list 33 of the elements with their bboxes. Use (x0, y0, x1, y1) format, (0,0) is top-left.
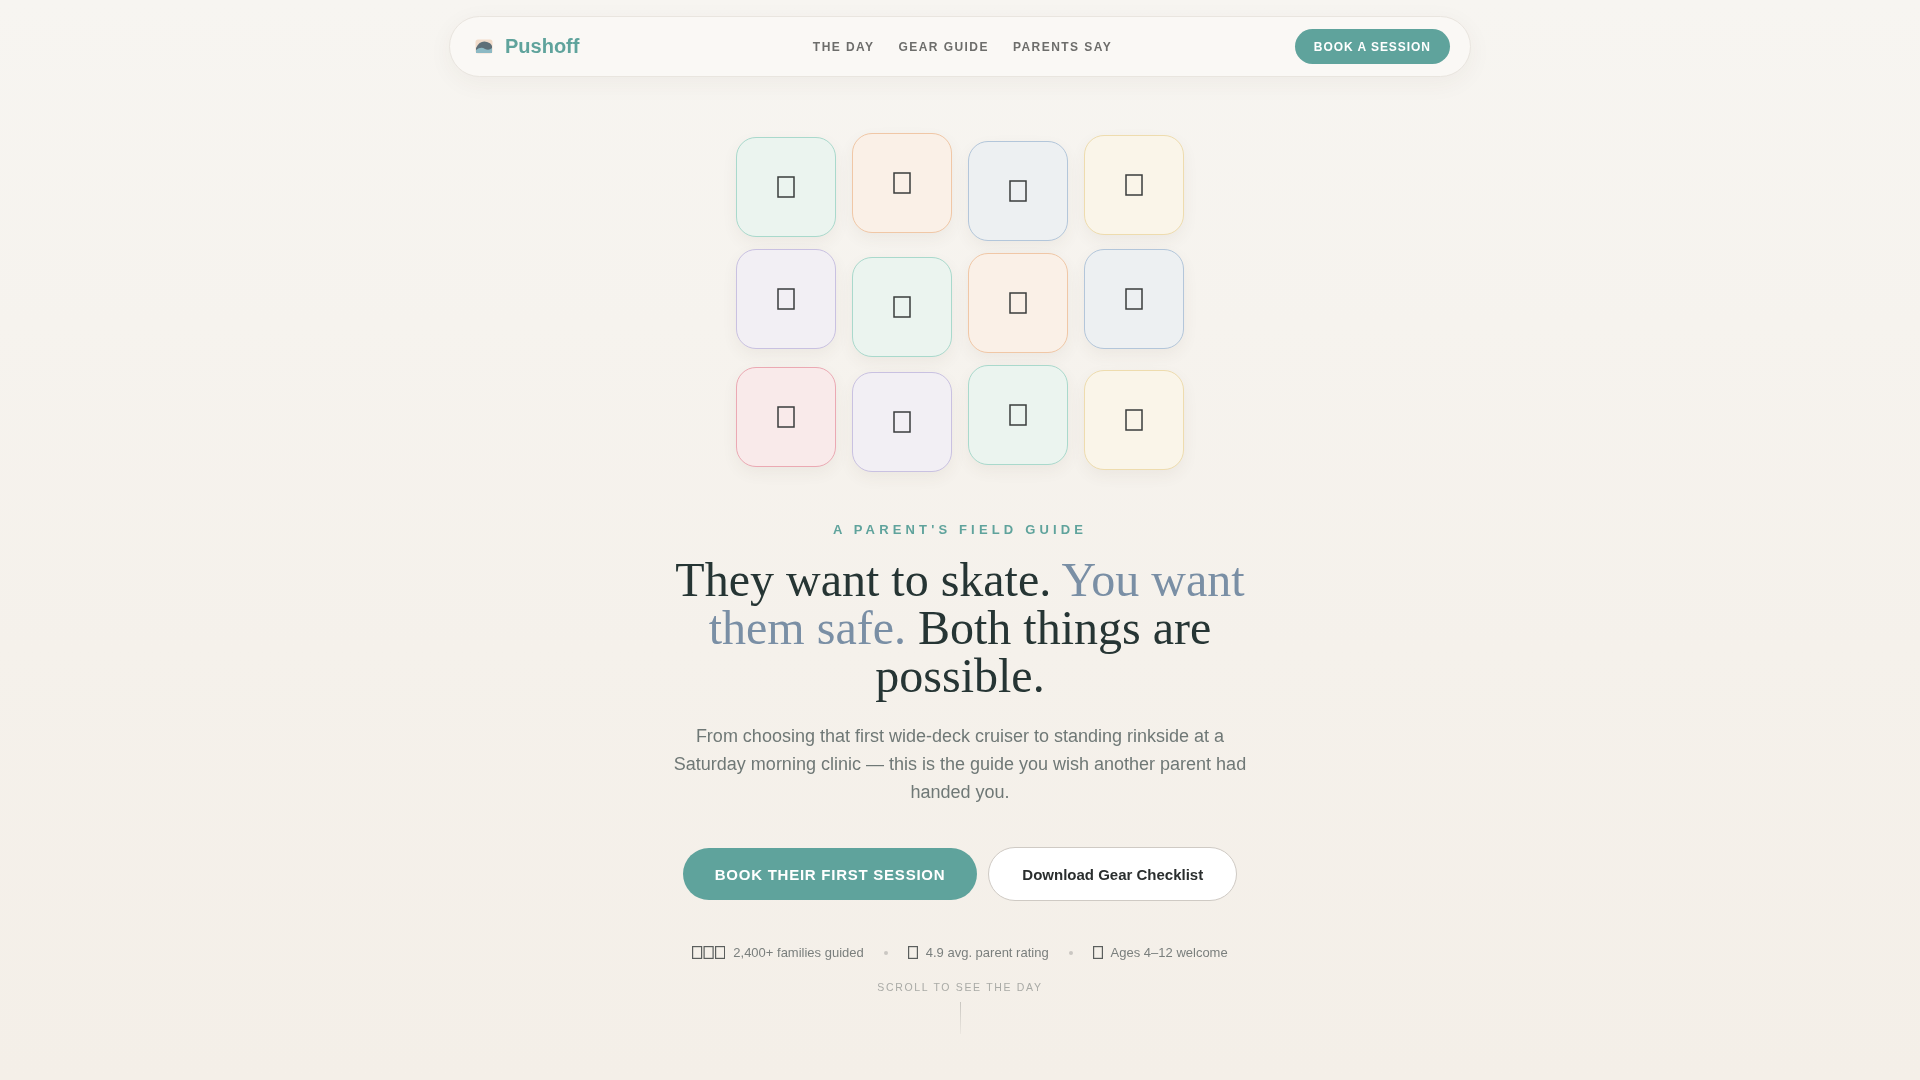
empty-box-icon (1125, 174, 1143, 196)
stat-text: 2,400+ families guided (733, 945, 864, 960)
wave-icon (475, 39, 493, 54)
empty-boxes-icon (692, 946, 726, 959)
book-first-session-button[interactable]: BOOK THEIR FIRST SESSION (682, 848, 978, 900)
stat-text: Ages 4–12 welcome (1110, 945, 1228, 960)
nav-link[interactable]: PARENTS SAY (1012, 39, 1113, 54)
empty-box-icon (777, 176, 795, 198)
empty-box-icon (1125, 288, 1143, 310)
nav-link[interactable]: THE DAY (812, 39, 875, 54)
empty-box-icon (1009, 180, 1027, 202)
empty-box-icon (907, 946, 918, 959)
empty-box-icon (1092, 946, 1103, 959)
empty-box-icon (1009, 292, 1027, 314)
stat-text: 4.9 avg. parent rating (925, 945, 1049, 960)
eyebrow-text: A PARENT'S FIELD GUIDE (832, 522, 1088, 538)
dot-icon (1068, 950, 1073, 955)
empty-box-icon (777, 406, 795, 428)
nav-link[interactable]: GEAR GUIDE (898, 39, 989, 54)
empty-box-icon (893, 296, 911, 318)
book-session-button[interactable]: BOOK A SESSION (1294, 29, 1450, 64)
headline: They want to skate. You want them safe. Both things are possible. (674, 556, 1246, 700)
dot-icon (883, 950, 888, 955)
download-checklist-button[interactable]: Download Gear Checklist (988, 847, 1238, 901)
empty-box-icon (893, 411, 911, 433)
empty-box-icon (893, 172, 911, 194)
scroll-hint: SCROLL TO SEE THE DAY (877, 980, 1043, 994)
intro-paragraph: From choosing that first wide-deck cruiser to standing rinkside at a Saturday morning clinic — this is the guide you wish another parent had handed you. (672, 725, 1248, 804)
empty-box-icon (1009, 404, 1027, 426)
empty-box-icon (1125, 409, 1143, 431)
empty-box-icon (777, 288, 795, 310)
logo-text[interactable]: Pushoff (505, 35, 580, 58)
scroll-line (959, 1002, 961, 1034)
